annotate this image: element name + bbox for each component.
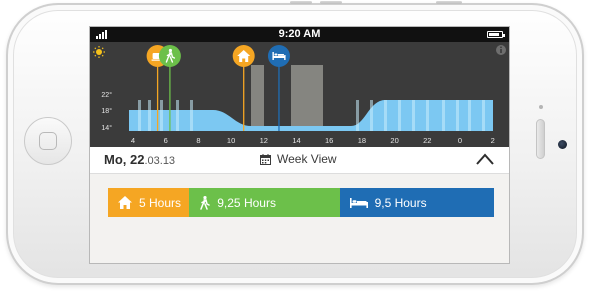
hours-summary-bar: 5 Hours 9,25 Hours 9,5 Hours xyxy=(108,188,494,217)
temperature-stripe xyxy=(190,100,193,131)
x-tick-label: 20 xyxy=(390,136,398,145)
temperature-stripe xyxy=(426,100,429,131)
x-tick-label: 2 xyxy=(491,136,495,145)
speaker-icon xyxy=(536,119,545,159)
date-day: Mo, 22 xyxy=(104,152,145,167)
x-tick-label: 14 xyxy=(292,136,300,145)
volume-button-icon xyxy=(290,1,312,4)
status-time: 9:20 AM xyxy=(278,28,321,40)
x-tick-label: 6 xyxy=(164,136,168,145)
camera-icon xyxy=(558,140,567,149)
x-tick-label: 10 xyxy=(227,136,235,145)
temperature-stripe xyxy=(138,100,141,131)
activity-hours-segment[interactable]: 9,25 Hours xyxy=(189,188,340,217)
away-block xyxy=(251,65,264,126)
x-tick-label: 18 xyxy=(358,136,366,145)
week-view-button[interactable]: Week View xyxy=(260,152,337,166)
sleep-hours-label: 9,5 Hours xyxy=(374,195,427,210)
temperature-stripe xyxy=(176,100,179,131)
x-tick-label: 16 xyxy=(325,136,333,145)
x-tick-label: 22 xyxy=(423,136,431,145)
date-bar: Mo, 22.03.13 Week View xyxy=(90,147,509,174)
y-tick-label: 22° xyxy=(101,91,112,99)
date-display[interactable]: Mo, 22.03.13 xyxy=(104,152,175,167)
day-timeline-chart[interactable]: 22° 18° 14° 4 6 8 10 12 14 16 18 20 22 0 2 xyxy=(90,42,509,147)
volume-button-icon xyxy=(320,1,342,4)
x-tick-label: 0 xyxy=(458,136,462,145)
home-square-icon xyxy=(39,132,57,150)
chevron-up-icon[interactable] xyxy=(475,151,495,167)
temperature-stripe xyxy=(370,100,373,131)
x-tick-label: 4 xyxy=(131,136,135,145)
battery-icon xyxy=(487,31,505,38)
bed-icon xyxy=(349,197,368,208)
week-view-label: Week View xyxy=(277,152,337,166)
temperature-block xyxy=(129,110,133,131)
home-button[interactable] xyxy=(24,117,72,165)
temperature-stripe xyxy=(468,100,471,131)
x-tick-label: 8 xyxy=(196,136,200,145)
activity-hours-label: 9,25 Hours xyxy=(217,195,276,210)
x-tick-label: 12 xyxy=(260,136,268,145)
temperature-stripe xyxy=(384,100,387,131)
power-button-icon xyxy=(436,1,462,4)
proximity-sensor-icon xyxy=(539,105,543,109)
home-hours-segment[interactable]: 5 Hours xyxy=(108,188,190,217)
house-icon xyxy=(118,196,132,209)
info-icon[interactable] xyxy=(496,45,506,55)
temperature-stripe xyxy=(160,100,163,131)
temperature-stripe xyxy=(356,100,359,131)
home-hours-label: 5 Hours xyxy=(139,195,182,210)
sleep-hours-segment[interactable]: 9,5 Hours xyxy=(339,188,494,217)
calendar-icon xyxy=(260,153,271,165)
temperature-stripe xyxy=(412,100,415,131)
temperature-stripe xyxy=(456,100,459,131)
temperature-stripe xyxy=(148,100,151,131)
temperature-stripe xyxy=(442,100,445,131)
status-bar: 9:20 AM xyxy=(90,27,509,42)
sun-icon xyxy=(93,46,105,58)
app-screen: 9:20 AM 22° 18° 14° 4 6 8 10 12 14 16 18… xyxy=(89,26,510,264)
temperature-stripe xyxy=(398,100,401,131)
away-block xyxy=(291,65,323,126)
temperature-stripe xyxy=(482,100,485,131)
date-rest: .03.13 xyxy=(144,155,176,167)
y-tick-label: 18° xyxy=(101,107,112,115)
y-tick-label: 14° xyxy=(101,124,112,132)
walking-person-icon xyxy=(200,195,210,210)
sleep-marker[interactable] xyxy=(267,45,290,131)
